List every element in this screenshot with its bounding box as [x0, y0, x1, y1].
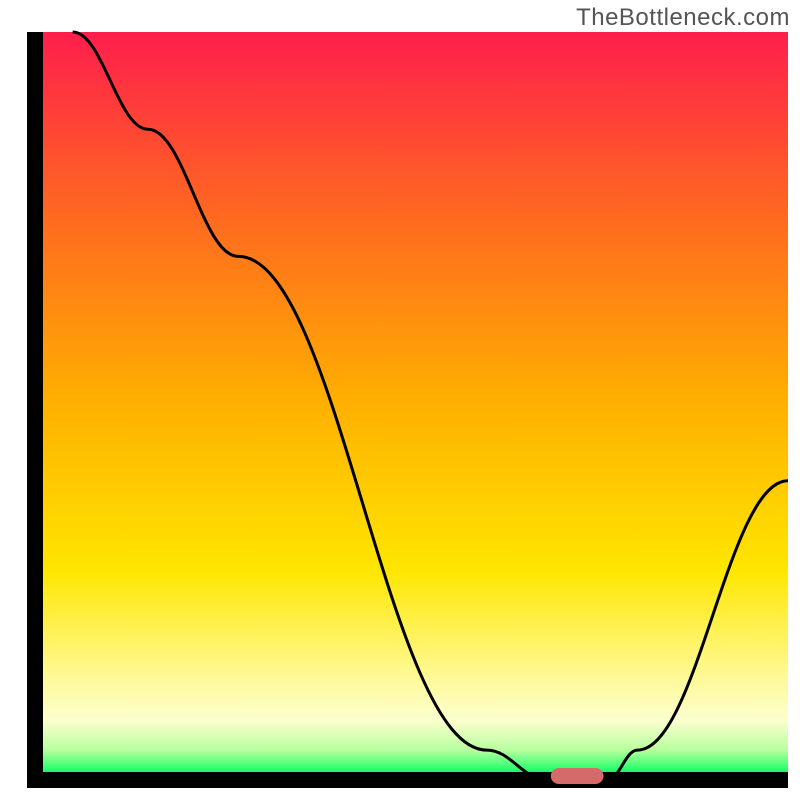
watermark-text: TheBottleneck.com [576, 4, 790, 32]
bottleneck-chart [0, 0, 800, 800]
chart-svg [0, 0, 800, 800]
plot-background [35, 32, 788, 780]
optimal-marker [551, 768, 604, 784]
